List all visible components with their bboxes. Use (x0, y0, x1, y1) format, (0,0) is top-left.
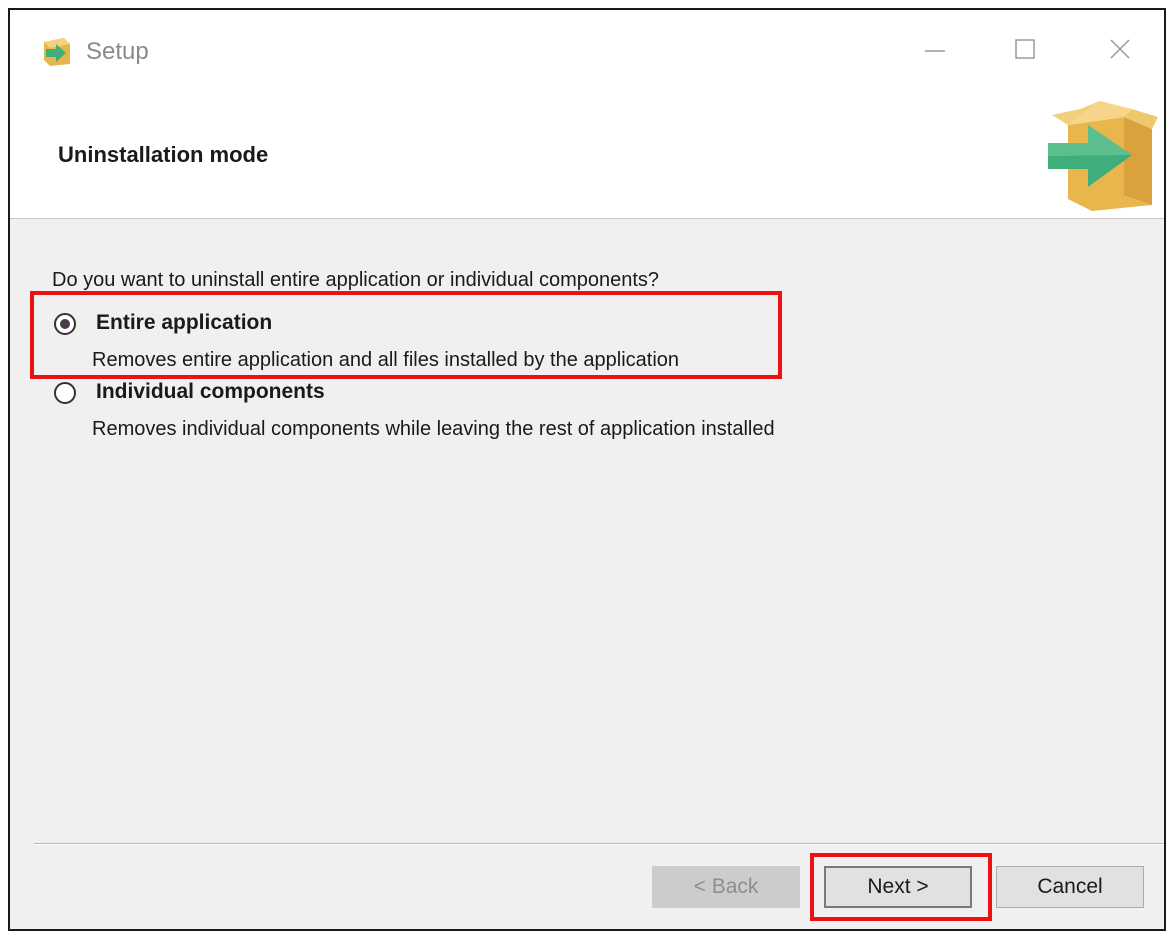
option-description: Removes individual components while leav… (92, 418, 775, 440)
option-label[interactable]: Individual components (96, 380, 325, 404)
wizard-content: Do you want to uninstall entire applicat… (10, 219, 1164, 839)
minimize-icon (925, 50, 945, 52)
maximize-icon (1015, 39, 1035, 59)
back-button[interactable]: < Back (652, 866, 800, 908)
title-bar[interactable]: Setup (10, 10, 1164, 92)
uninstall-question: Do you want to uninstall entire applicat… (52, 269, 660, 291)
footer-divider (34, 843, 1164, 845)
setup-window: Setup Uninstallation mode Do you want to… (8, 8, 1166, 931)
window-title: Setup (86, 38, 149, 65)
wizard-header: Uninstallation mode (10, 92, 1164, 219)
setup-box-icon (44, 38, 70, 66)
page-title: Uninstallation mode (58, 142, 269, 167)
highlight-box-entire-application (30, 291, 782, 379)
package-arrow-icon (1048, 101, 1158, 211)
close-button[interactable] (1090, 24, 1150, 74)
maximize-button[interactable] (995, 24, 1055, 74)
close-icon (1110, 39, 1130, 59)
cancel-button[interactable]: Cancel (996, 866, 1144, 908)
radio-individual-components[interactable] (54, 382, 76, 404)
highlight-box-next (810, 853, 992, 921)
minimize-button[interactable] (905, 24, 965, 74)
